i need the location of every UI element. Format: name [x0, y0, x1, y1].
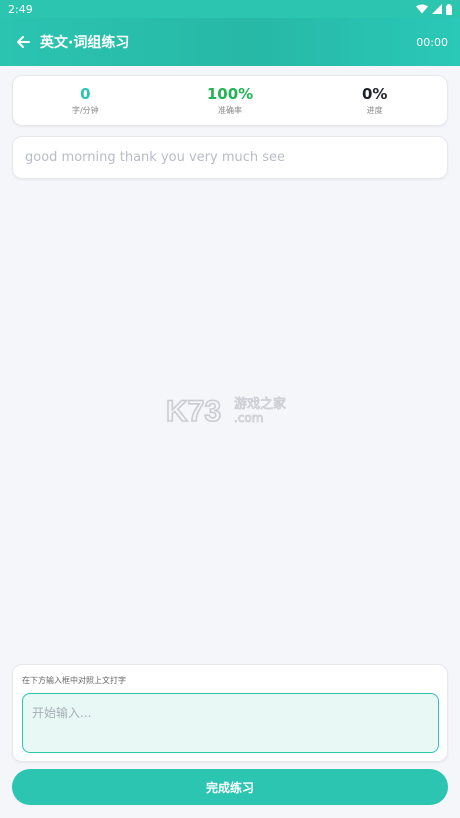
stat-speed-value: 0: [80, 85, 91, 103]
stat-progress-value: 0%: [361, 85, 388, 103]
status-icons: [416, 3, 452, 15]
input-panel: 在下方输入框中对照上文打字: [12, 664, 448, 762]
stat-accuracy-value: 100%: [206, 85, 254, 103]
app-header: 英文·词组练习 00:00: [0, 18, 460, 66]
page-title: 英文·词组练习: [40, 35, 130, 51]
timer: 00:00: [416, 35, 448, 49]
finish-practice-button[interactable]: 完成练习: [12, 769, 448, 805]
status-bar: 2:49: [0, 0, 460, 18]
watermark-tagline: 游戏之家: [234, 396, 286, 412]
watermark-brand: K73: [166, 395, 221, 428]
arrow-left-icon: [17, 36, 30, 48]
target-text-card: good morning thank you very much see: [12, 136, 448, 179]
wifi-icon: [416, 4, 428, 14]
signal-icon: [432, 4, 442, 14]
battery-icon: [446, 3, 452, 15]
stat-speed: 0 字/分钟: [13, 85, 158, 116]
stat-accuracy: 100% 准确率: [158, 85, 303, 116]
stat-progress: 0% 进度: [302, 85, 447, 116]
status-time: 2:49: [8, 2, 33, 16]
watermark-domain: .com: [234, 411, 263, 425]
watermark-logo: K73 游戏之家 .com: [166, 394, 286, 429]
stat-speed-label: 字/分钟: [71, 106, 99, 115]
input-hint: 在下方输入框中对照上文打字: [22, 676, 126, 685]
back-button[interactable]: [12, 31, 34, 53]
typing-input[interactable]: [22, 693, 439, 753]
stat-progress-label: 进度: [366, 106, 383, 115]
stats-card: 0 字/分钟 100% 准确率 0% 进度: [12, 75, 448, 126]
target-text: good morning thank you very much see: [25, 150, 286, 165]
stat-accuracy-label: 准确率: [218, 106, 242, 115]
